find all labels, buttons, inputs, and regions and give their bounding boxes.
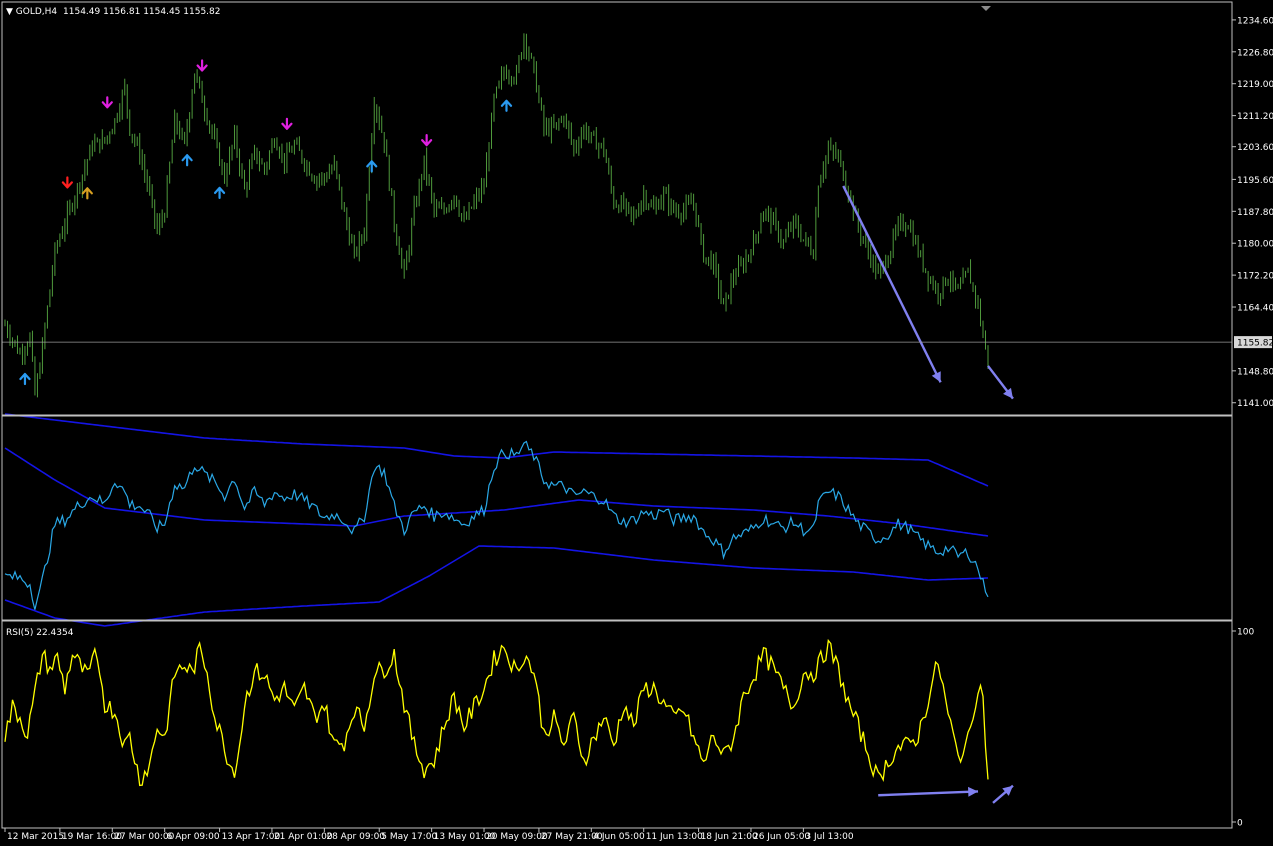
x-tick-label: 6 Apr 09:00: [167, 832, 220, 842]
trading-chart: 1155.82 1234.60 1226.80 1219.00 1211.20 1203.…: [0, 0, 1273, 842]
price-tick-label: 1211.20: [1237, 112, 1273, 122]
x-tick-label: 20 May 09:00: [486, 832, 548, 842]
x-tick-label: 26 Jun 05:00: [753, 832, 810, 842]
x-tick-label: 3 Jul 13:00: [805, 832, 854, 842]
x-tick-label: 28 Apr 09:00: [326, 832, 385, 842]
rsi-tick-label: 0: [1237, 819, 1243, 829]
x-tick-label: 19 Mar 16:00: [62, 832, 122, 842]
symbol-label: GOLD,H4: [15, 7, 58, 17]
x-tick-label: 5 May 17:00: [381, 832, 437, 842]
symbol-header[interactable]: ▼ GOLD,H4 1154.49 1156.81 1154.45 1155.8…: [6, 7, 220, 17]
chart-root: 1155.82 1234.60 1226.80 1219.00 1211.20 1203.…: [0, 0, 1273, 842]
rsi-header: RSI(5) 22.4354: [6, 628, 74, 638]
price-tick-label: 1172.20: [1237, 272, 1273, 282]
x-tick-label: 27 Mar 00:00: [114, 832, 174, 842]
x-tick-label: 18 Jun 21:00: [701, 832, 758, 842]
price-tick-label: 1226.80: [1237, 48, 1273, 58]
price-tick-label: 1148.80: [1237, 367, 1273, 377]
price-tick-label: 1219.00: [1237, 80, 1273, 90]
x-tick-label: 11 Jun 13:00: [646, 832, 703, 842]
price-tick-label: 1180.00: [1237, 240, 1273, 250]
x-tick-label: 12 Mar 2015: [7, 832, 64, 842]
price-tick-label: 1164.40: [1237, 304, 1273, 314]
price-tick-label: 1187.80: [1237, 208, 1273, 218]
price-tick-label: 1195.60: [1237, 176, 1273, 186]
price-tick-label: 1234.60: [1237, 16, 1273, 26]
ohlc-values: 1154.49 1156.81 1154.45 1155.82: [63, 7, 221, 17]
current-price-label: 1155.82: [1237, 339, 1273, 349]
rsi-tick-label: 100: [1237, 628, 1254, 638]
x-tick-label: 13 Apr 17:00: [222, 832, 281, 842]
price-tick-label: 1141.00: [1237, 399, 1273, 409]
price-tick-label: 1203.60: [1237, 143, 1273, 153]
x-tick-label: 4 Jun 05:00: [593, 832, 645, 842]
x-tick-label: 21 Apr 01:00: [274, 832, 333, 842]
chevron-down-icon[interactable]: ▼: [6, 7, 13, 17]
